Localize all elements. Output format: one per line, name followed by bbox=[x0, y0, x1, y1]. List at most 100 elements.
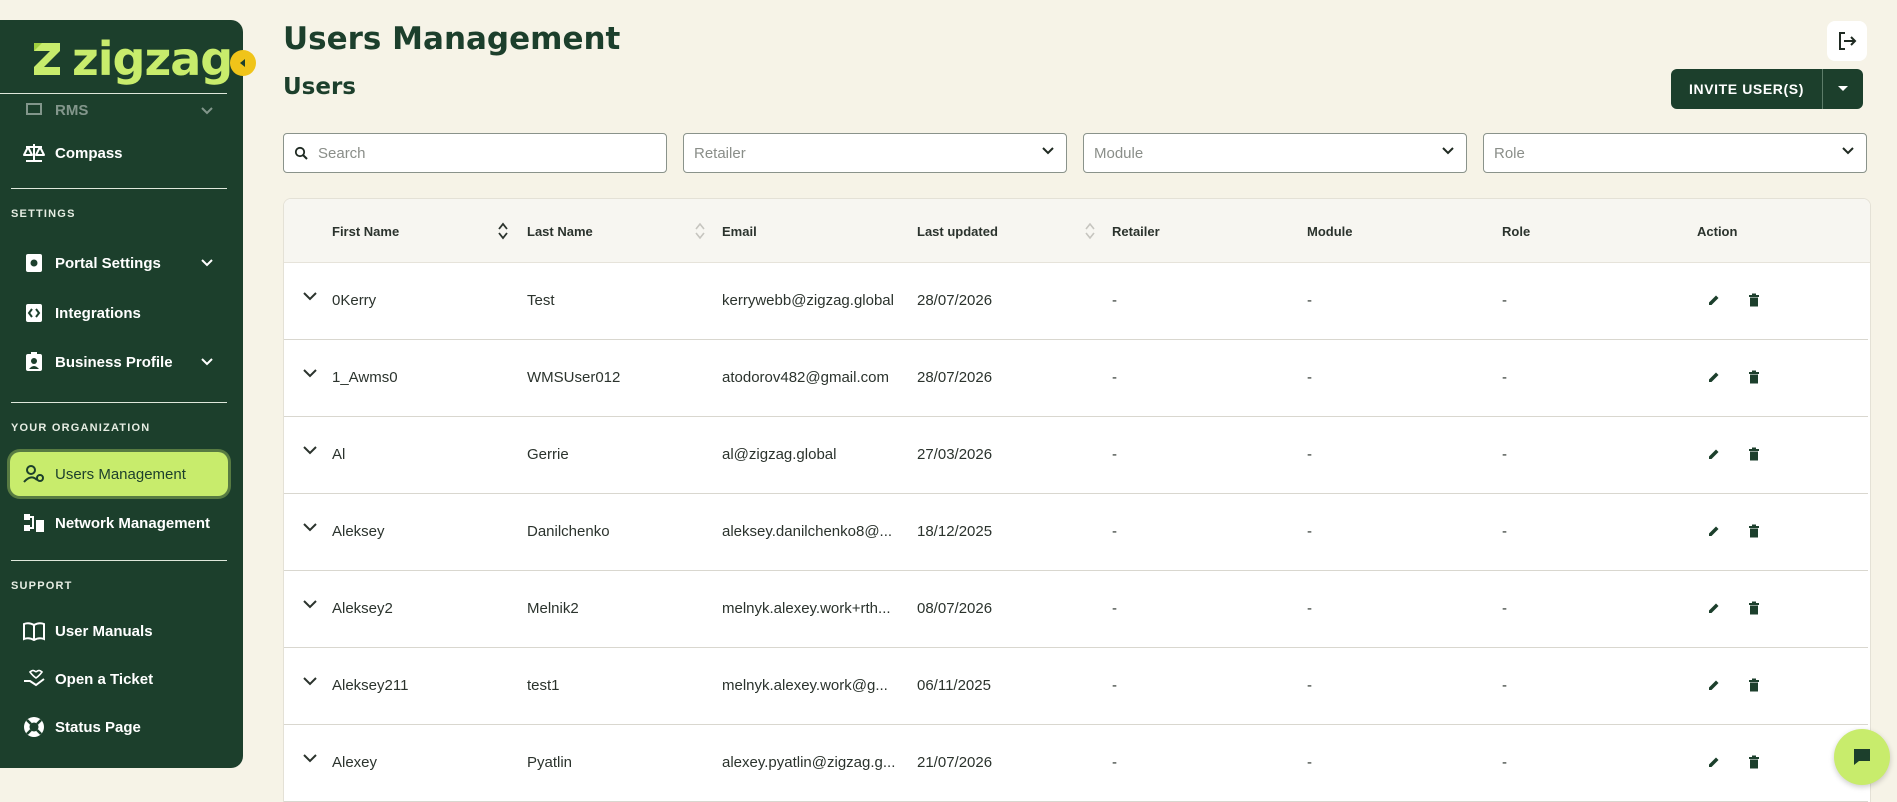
cell-first-name: Aleksey211 bbox=[332, 677, 409, 694]
cell-last-updated: 28/07/2026 bbox=[917, 292, 993, 309]
sidebar-item-label: Users Management bbox=[55, 465, 186, 483]
lifebuoy-icon bbox=[22, 715, 46, 739]
cell-role: - bbox=[1502, 677, 1507, 694]
invite-users-split-button: INVITE USER(S) bbox=[1671, 69, 1863, 109]
invite-users-button[interactable]: INVITE USER(S) bbox=[1671, 69, 1823, 109]
chevron-down-icon bbox=[200, 103, 214, 120]
table-row[interactable]: 1_Awms0 WMSUser012 atodorov482@gmail.com 28… bbox=[284, 340, 1868, 417]
expand-row-chevron-icon[interactable] bbox=[302, 522, 318, 532]
edit-icon[interactable] bbox=[1707, 293, 1721, 307]
expand-row-chevron-icon[interactable] bbox=[302, 599, 318, 609]
table-row[interactable]: 0Kerry Test kerrywebb@zigzag.global 28/07/2… bbox=[284, 263, 1868, 340]
module-select[interactable]: Module bbox=[1083, 133, 1467, 173]
sidebar-item-portal-settings[interactable]: Portal Settings bbox=[10, 241, 228, 285]
edit-icon[interactable] bbox=[1707, 755, 1721, 769]
sidebar-item-business-profile[interactable]: Business Profile bbox=[10, 340, 228, 384]
chevron-down-icon bbox=[1842, 147, 1854, 155]
table-row[interactable]: Alexey Pyatlin alexey.pyatlin@zigzag.g... 2… bbox=[284, 725, 1868, 802]
table-row[interactable]: Al Gerrie al@zigzag.global 27/03/2026 - - - bbox=[284, 417, 1868, 494]
divider bbox=[11, 402, 227, 403]
sidebar-item-label: User Manuals bbox=[55, 622, 153, 640]
cell-first-name: 1_Awms0 bbox=[332, 369, 398, 386]
cell-first-name: Al bbox=[332, 446, 346, 463]
delete-icon[interactable] bbox=[1748, 370, 1760, 384]
cell-email: kerrywebb@zigzag.global bbox=[722, 292, 894, 309]
retailer-select[interactable]: Retailer bbox=[683, 133, 1067, 173]
network-icon bbox=[22, 511, 46, 535]
sidebar-item-status-page[interactable]: Status Page bbox=[10, 705, 228, 749]
role-select[interactable]: Role bbox=[1483, 133, 1867, 173]
chat-icon bbox=[1854, 749, 1870, 765]
delete-icon[interactable] bbox=[1748, 601, 1760, 615]
delete-icon[interactable] bbox=[1748, 755, 1760, 769]
role-select-label: Role bbox=[1494, 144, 1525, 162]
sort-icon[interactable] bbox=[1085, 222, 1095, 240]
invite-options-dropdown-button[interactable] bbox=[1823, 69, 1863, 109]
cell-last-name: Test bbox=[527, 292, 555, 309]
cell-last-updated: 27/03/2026 bbox=[917, 446, 993, 463]
sidebar-item-users-management[interactable]: Users Management bbox=[10, 452, 228, 496]
sort-icon[interactable] bbox=[695, 222, 705, 240]
sidebar-item-user-manuals[interactable]: User Manuals bbox=[10, 609, 228, 653]
delete-icon[interactable] bbox=[1748, 524, 1760, 538]
table-row[interactable]: Aleksey211 test1 melnyk.alexey.work@g... 06… bbox=[284, 648, 1868, 725]
sidebar-item-label: RMS bbox=[55, 101, 89, 119]
delete-icon[interactable] bbox=[1748, 293, 1760, 307]
column-header-first-name[interactable]: First Name bbox=[332, 224, 399, 239]
logo-divider bbox=[0, 93, 227, 94]
zigzag-logo[interactable]: zigzag bbox=[30, 36, 233, 82]
cell-last-updated: 21/07/2026 bbox=[917, 754, 993, 771]
rms-icon bbox=[22, 99, 46, 121]
expand-row-chevron-icon[interactable] bbox=[302, 753, 318, 763]
table-header: First Name Last Name Email Last updated … bbox=[284, 199, 1870, 263]
cell-email: al@zigzag.global bbox=[722, 446, 837, 463]
cell-retailer: - bbox=[1112, 446, 1117, 463]
zigzag-logo-icon bbox=[34, 43, 60, 75]
table-row[interactable]: Aleksey Danilchenko aleksey.danilchenko8@.… bbox=[284, 494, 1868, 571]
edit-icon[interactable] bbox=[1707, 447, 1721, 461]
expand-row-chevron-icon[interactable] bbox=[302, 445, 318, 455]
column-header-last-updated[interactable]: Last updated bbox=[917, 224, 998, 239]
sidebar-item-compass[interactable]: Compass bbox=[10, 131, 228, 175]
logout-button[interactable] bbox=[1827, 21, 1867, 61]
cell-email: aleksey.danilchenko8@... bbox=[722, 523, 893, 540]
cell-module: - bbox=[1307, 369, 1312, 386]
delete-icon[interactable] bbox=[1748, 447, 1760, 461]
column-header-last-name[interactable]: Last Name bbox=[527, 224, 593, 239]
edit-icon[interactable] bbox=[1707, 601, 1721, 615]
cell-last-name: WMSUser012 bbox=[527, 369, 621, 386]
edit-icon[interactable] bbox=[1707, 370, 1721, 384]
edit-icon[interactable] bbox=[1707, 524, 1721, 538]
sort-icon[interactable] bbox=[498, 222, 508, 240]
cell-last-updated: 28/07/2026 bbox=[917, 369, 993, 386]
column-header-module: Module bbox=[1307, 224, 1353, 239]
cell-retailer: - bbox=[1112, 523, 1117, 540]
sidebar-item-rms[interactable]: RMS bbox=[10, 99, 228, 121]
column-header-email: Email bbox=[722, 224, 757, 239]
sidebar-item-network-management[interactable]: Network Management bbox=[10, 501, 228, 545]
delete-icon[interactable] bbox=[1748, 678, 1760, 692]
balance-scale-icon bbox=[22, 141, 46, 165]
cell-first-name: Aleksey bbox=[332, 523, 385, 540]
sidebar-collapse-button[interactable] bbox=[230, 50, 256, 76]
cell-role: - bbox=[1502, 600, 1507, 617]
edit-icon[interactable] bbox=[1707, 678, 1721, 692]
retailer-select-label: Retailer bbox=[694, 144, 746, 162]
cell-first-name: 0Kerry bbox=[332, 292, 377, 309]
expand-row-chevron-icon[interactable] bbox=[302, 368, 318, 378]
sidebar-item-integrations[interactable]: Integrations bbox=[10, 291, 228, 335]
cell-last-updated: 18/12/2025 bbox=[917, 523, 993, 540]
sidebar: zigzag RMS Compass SETTINGS Portal Setti… bbox=[0, 20, 243, 768]
table-row[interactable]: Aleksey2 Melnik2 melnyk.alexey.work+rth...… bbox=[284, 571, 1868, 648]
search-icon bbox=[294, 146, 308, 160]
sidebar-item-open-ticket[interactable]: Open a Ticket bbox=[10, 657, 228, 701]
expand-row-chevron-icon[interactable] bbox=[302, 291, 318, 301]
expand-row-chevron-icon[interactable] bbox=[302, 676, 318, 686]
sidebar-item-label: Network Management bbox=[55, 514, 211, 532]
logout-icon bbox=[1839, 32, 1857, 50]
chevron-down-icon bbox=[1042, 147, 1054, 155]
chat-button[interactable] bbox=[1834, 729, 1890, 785]
search-input[interactable]: Search bbox=[283, 133, 667, 173]
caret-down-icon bbox=[1837, 86, 1848, 91]
sidebar-item-label: Business Profile bbox=[55, 353, 173, 371]
